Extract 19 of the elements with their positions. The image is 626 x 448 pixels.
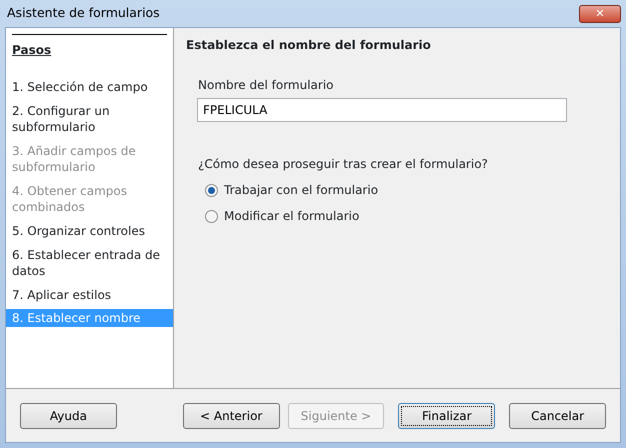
radio-button[interactable] xyxy=(205,184,218,196)
page-heading: Establezca el nombre del formulario xyxy=(186,37,432,54)
step-item[interactable]: 5. Organizar controles xyxy=(6,221,173,245)
window-title: Asistente de formularios xyxy=(7,4,160,22)
form-name-field[interactable]: FPELICULA xyxy=(197,98,567,122)
dialog-button[interactable]: Finalizar xyxy=(398,402,496,428)
step-item[interactable]: 2. Configurar un subformulario xyxy=(6,101,173,141)
step-item[interactable]: 7. Aplicar estilos xyxy=(6,285,173,309)
option-label[interactable]: Modificar el formulario xyxy=(224,207,360,225)
radio-button[interactable] xyxy=(205,210,218,222)
steps-heading: Pasos xyxy=(12,34,167,59)
dialog-button[interactable]: Cancelar xyxy=(509,402,606,428)
field-label: Nombre del formulario xyxy=(198,77,335,94)
step-item[interactable]: 1. Selección de campo xyxy=(6,77,173,101)
dialog-button[interactable]: Ayuda xyxy=(20,402,117,428)
step-item[interactable]: 6. Establecer entrada de datos xyxy=(6,245,173,285)
question-text: ¿Cómo desea proseguir tras crear el formulario? xyxy=(198,156,489,173)
dialog-button[interactable]: < Anterior xyxy=(182,402,280,428)
option-label[interactable]: Trabajar con el formulario xyxy=(224,181,378,199)
